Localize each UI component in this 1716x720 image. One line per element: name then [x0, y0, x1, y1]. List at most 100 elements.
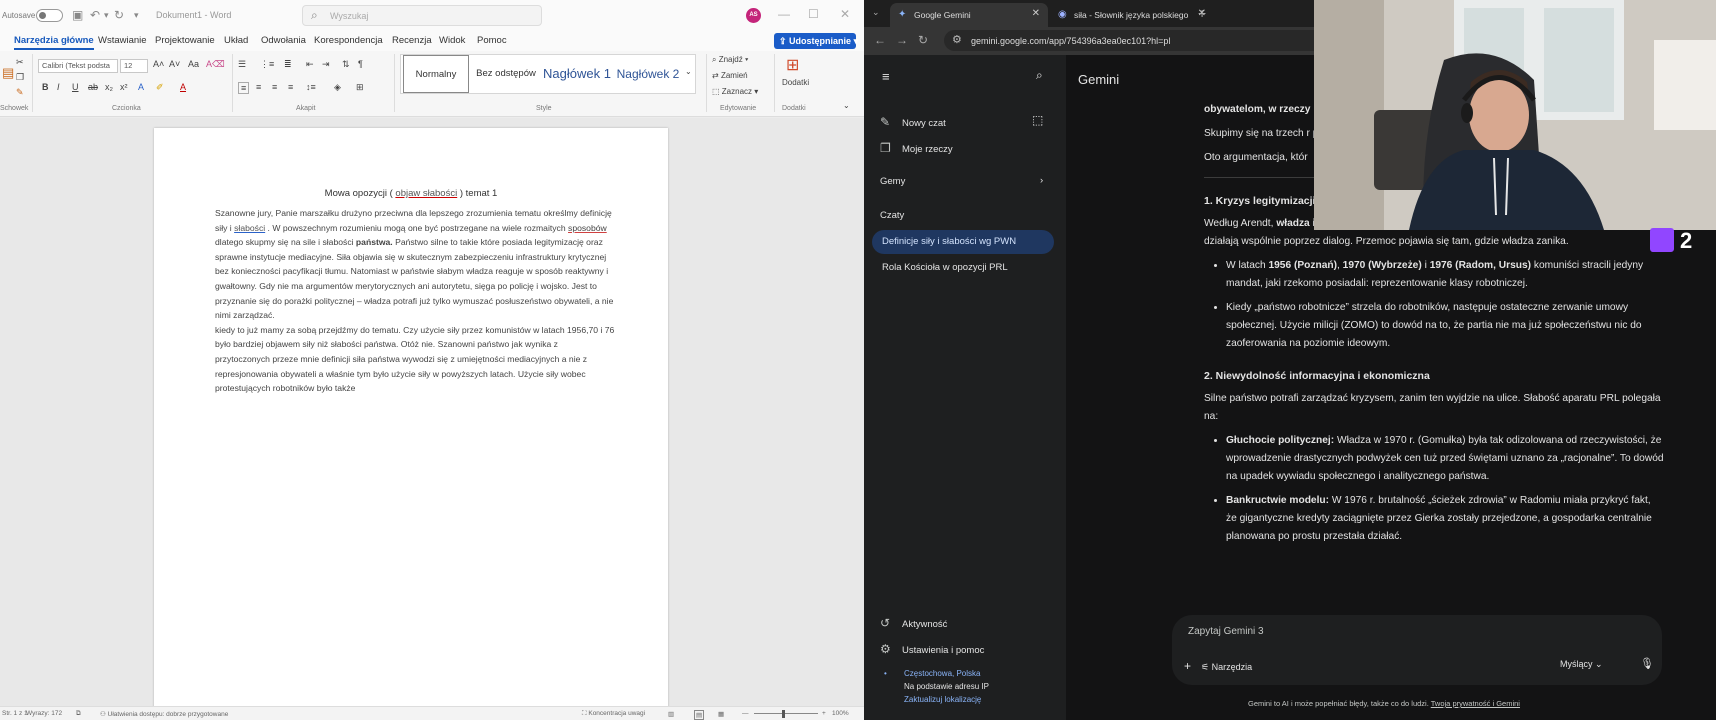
font-name-select[interactable]: Calibri (Tekst podsta — [38, 59, 118, 73]
change-case-icon[interactable]: Aa — [188, 59, 199, 69]
font-color-icon[interactable]: A — [180, 82, 186, 92]
accessibility-status[interactable]: ⚇ Ułatwienia dostępu: dobrze przygotowan… — [100, 710, 228, 718]
menu-icon[interactable]: ≡ — [882, 69, 890, 84]
tools-button[interactable]: + ⚟ Narzędzia — [1184, 659, 1252, 673]
tab-review[interactable]: Recenzja — [392, 35, 432, 46]
browser-tab-dictionary[interactable]: ◉ siła - Słownik języka polskiego ✕ — [1050, 3, 1214, 27]
tab-references[interactable]: Odwołania — [261, 35, 306, 46]
zoom-slider[interactable] — [754, 713, 818, 714]
subscript-icon[interactable]: x₂ — [105, 82, 113, 92]
site-info-icon[interactable]: ⚙ — [952, 33, 962, 46]
document-page[interactable]: Mowa opozycji ( objaw słabości ) temat 1… — [154, 128, 668, 708]
numbering-icon[interactable]: ⋮≡ — [260, 59, 274, 70]
addins-label[interactable]: Dodatki — [782, 78, 809, 87]
format-painter-icon[interactable]: ✎ — [16, 87, 24, 98]
add-icon[interactable]: + — [1184, 659, 1191, 673]
document-body[interactable]: Szanowne jury, Panie marszałku drużyno p… — [215, 206, 615, 396]
gems-label[interactable]: Gemy — [880, 176, 905, 187]
increase-indent-icon[interactable]: ⇥ — [322, 59, 330, 70]
text-effects-icon[interactable]: A — [138, 82, 144, 92]
reload-icon[interactable]: ↻ — [918, 33, 928, 47]
word-search-box[interactable]: ⌕ Wyszukaj — [302, 5, 542, 26]
minimize-icon[interactable]: — — [778, 7, 790, 21]
tab-view[interactable]: Widok — [439, 35, 465, 46]
line-spacing-icon[interactable]: ↕≡ — [306, 82, 316, 92]
shrink-font-icon[interactable]: A˅ — [169, 59, 180, 69]
bullets-icon[interactable]: ☰ — [238, 59, 246, 70]
undo-icon[interactable]: ↶ — [90, 7, 100, 23]
close-tab-icon[interactable]: ✕ — [1032, 8, 1040, 19]
bold-icon[interactable]: B — [42, 82, 49, 92]
styles-more-icon[interactable]: ⌄ — [685, 67, 692, 76]
cut-icon[interactable]: ✂ — [16, 57, 24, 68]
gemini-brand[interactable]: Gemini — [1078, 72, 1119, 87]
align-left-icon[interactable]: ≡ — [238, 82, 250, 94]
save-icon[interactable]: ▣ — [72, 7, 83, 23]
prompt-box[interactable]: Zapytaj Gemini 3 + ⚟ Narzędzia Myślący ⌄… — [1172, 615, 1662, 685]
web-layout-icon[interactable]: ▦ — [718, 710, 724, 718]
strikethrough-icon[interactable]: ab — [88, 82, 98, 92]
share-button[interactable]: ⇪ Udostępnianie ▾ — [774, 33, 858, 49]
customize-toolbar-icon[interactable]: ▾ — [134, 7, 139, 23]
activity-button[interactable]: ↺ Aktywność — [880, 616, 947, 630]
style-heading-1[interactable]: Nagłówek 1 — [543, 55, 611, 93]
update-location-link[interactable]: Zaktualizuj lokalizację — [904, 695, 981, 704]
gems-chevron-icon[interactable]: › — [1040, 175, 1043, 186]
tab-help[interactable]: Pomoc — [477, 35, 507, 46]
multilevel-list-icon[interactable]: ≣ — [284, 59, 292, 70]
grow-font-icon[interactable]: A˄ — [153, 59, 164, 69]
autosave-toggle[interactable] — [36, 9, 63, 22]
align-right-icon[interactable]: ≡ — [272, 82, 277, 92]
zoom-thumb[interactable] — [782, 710, 785, 718]
browser-tab-gemini[interactable]: ✦ Google Gemini ✕ — [890, 3, 1048, 27]
select-button[interactable]: ⬚ Zaznacz ▾ — [712, 87, 758, 96]
new-tab-icon[interactable]: + — [1198, 5, 1206, 21]
tab-search-icon[interactable]: ⌄ — [872, 7, 880, 18]
microphone-icon[interactable]: 🎙 — [1640, 657, 1654, 670]
collapse-ribbon-icon[interactable]: ⌄ — [843, 101, 850, 110]
clear-formatting-icon[interactable]: A⌫ — [206, 59, 225, 70]
chat-item-active[interactable]: Definicje siły i słabości wg PWN — [872, 230, 1054, 254]
addins-icon[interactable]: ⊞ — [786, 55, 799, 75]
temporary-chat-icon[interactable]: ⬚ — [1032, 113, 1043, 127]
prompt-placeholder[interactable]: Zapytaj Gemini 3 — [1188, 626, 1264, 637]
show-marks-icon[interactable]: ¶ — [358, 59, 363, 69]
mode-selector[interactable]: Myślący ⌄ — [1560, 659, 1603, 670]
maximize-icon[interactable]: ☐ — [808, 7, 819, 21]
highlight-icon[interactable]: ✐ — [156, 82, 164, 93]
font-size-select[interactable]: 12 — [120, 59, 148, 73]
sort-icon[interactable]: ⇅ — [342, 59, 350, 70]
align-center-icon[interactable]: ≡ — [256, 82, 261, 92]
style-heading-2[interactable]: Nagłówek 2 — [613, 55, 683, 93]
shading-icon[interactable]: ◈ — [334, 82, 341, 93]
underline-icon[interactable]: U — [72, 82, 79, 92]
close-icon[interactable]: ✕ — [840, 7, 850, 21]
word-count[interactable]: Wyrazy: 172 — [26, 710, 62, 717]
forward-icon[interactable]: → — [896, 33, 908, 47]
superscript-icon[interactable]: x² — [120, 82, 128, 92]
zoom-level[interactable]: 100% — [832, 710, 849, 717]
justify-icon[interactable]: ≡ — [288, 82, 293, 92]
tab-home[interactable]: Narzędzia główne — [14, 35, 94, 50]
replace-button[interactable]: ⇄ Zamień — [712, 71, 748, 80]
zoom-out-icon[interactable]: — — [742, 710, 749, 717]
my-stuff-button[interactable]: ❐ Moje rzeczy — [880, 141, 953, 155]
paste-icon[interactable]: ▤ — [2, 65, 14, 81]
page-count[interactable]: Str. 1 z 1 — [2, 710, 28, 717]
document-canvas[interactable]: Mowa opozycji ( objaw słabości ) temat 1… — [0, 118, 864, 708]
back-icon[interactable]: ← — [874, 33, 886, 47]
borders-icon[interactable]: ⊞ — [356, 82, 364, 93]
search-chats-icon[interactable]: ⌕ — [1036, 68, 1043, 83]
copy-icon[interactable]: ❐ — [16, 72, 24, 83]
italic-icon[interactable]: I — [57, 82, 60, 92]
decrease-indent-icon[interactable]: ⇤ — [306, 59, 314, 70]
style-normal[interactable]: Normalny — [403, 55, 469, 93]
proofing-icon[interactable]: ⧉ — [76, 710, 81, 718]
style-no-spacing[interactable]: Bez odstępów — [473, 55, 539, 93]
location-city[interactable]: Częstochowa, Polska — [904, 669, 980, 678]
tab-layout[interactable]: Układ — [224, 35, 248, 46]
focus-mode[interactable]: ⛶ Koncentracja uwagi — [582, 710, 645, 718]
read-mode-icon[interactable]: ▥ — [668, 710, 674, 718]
undo-dropdown-icon[interactable]: ▾ — [104, 7, 109, 23]
tab-insert[interactable]: Wstawianie — [98, 35, 147, 46]
